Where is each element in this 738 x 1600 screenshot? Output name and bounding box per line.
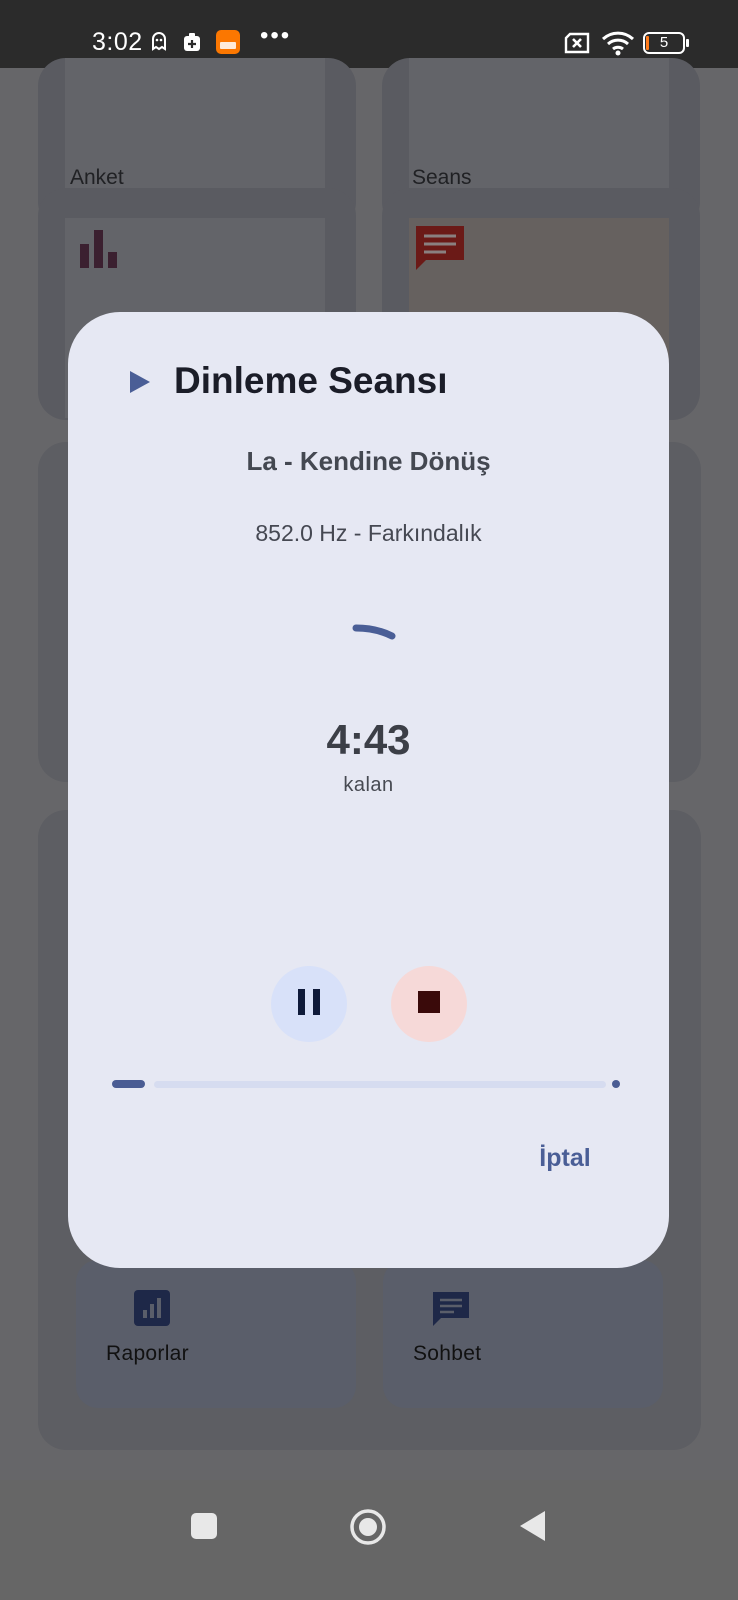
system-nav-bar xyxy=(0,1480,738,1600)
progress-bar-track xyxy=(154,1081,606,1088)
cancel-button[interactable]: İptal xyxy=(530,1138,600,1178)
medkit-icon xyxy=(183,32,201,57)
tile-chat-label: Sohbet xyxy=(413,1342,482,1365)
home-button[interactable] xyxy=(349,1508,387,1551)
track-name: La - Kendine Dönüş xyxy=(246,446,491,476)
back-button[interactable] xyxy=(519,1510,547,1547)
more-dots-icon: ••• xyxy=(260,22,292,49)
session-card-label: Seans xyxy=(412,166,472,189)
frequency-label: 852.0 Hz - Farkındalık xyxy=(255,520,482,546)
chat-icon xyxy=(414,222,466,279)
recents-button[interactable] xyxy=(190,1512,218,1545)
tile-reports[interactable]: Raporlar xyxy=(76,1260,356,1408)
status-time: 3:02 xyxy=(92,28,143,56)
bar-chart-icon xyxy=(134,1290,170,1331)
chat-icon xyxy=(431,1290,471,1335)
loading-spinner-icon xyxy=(316,612,420,721)
listening-session-dialog: Dinleme Seansı La - Kendine Dönüş 852.0 … xyxy=(68,312,669,1268)
pause-button[interactable] xyxy=(271,966,347,1042)
tile-chat[interactable]: Sohbet xyxy=(383,1260,663,1408)
progress-bar-fill xyxy=(112,1080,145,1088)
tile-reports-label: Raporlar xyxy=(106,1342,189,1365)
no-sim-icon xyxy=(564,32,590,59)
battery-icon: 5 xyxy=(643,32,689,54)
ghost-icon xyxy=(150,31,168,56)
progress-bar-end-dot xyxy=(612,1080,620,1088)
remaining-label: kalan xyxy=(343,774,394,796)
pause-icon xyxy=(297,988,321,1021)
dialog-title: Dinleme Seansı xyxy=(174,360,448,401)
stop-icon xyxy=(417,990,441,1019)
stop-button[interactable] xyxy=(391,966,467,1042)
temu-app-icon xyxy=(216,30,240,59)
bar-chart-icon xyxy=(78,228,120,275)
wifi-icon xyxy=(601,30,635,61)
play-icon xyxy=(128,370,150,399)
countdown-timer: 4:43 xyxy=(326,716,411,763)
survey-card-label: Anket xyxy=(70,166,124,189)
